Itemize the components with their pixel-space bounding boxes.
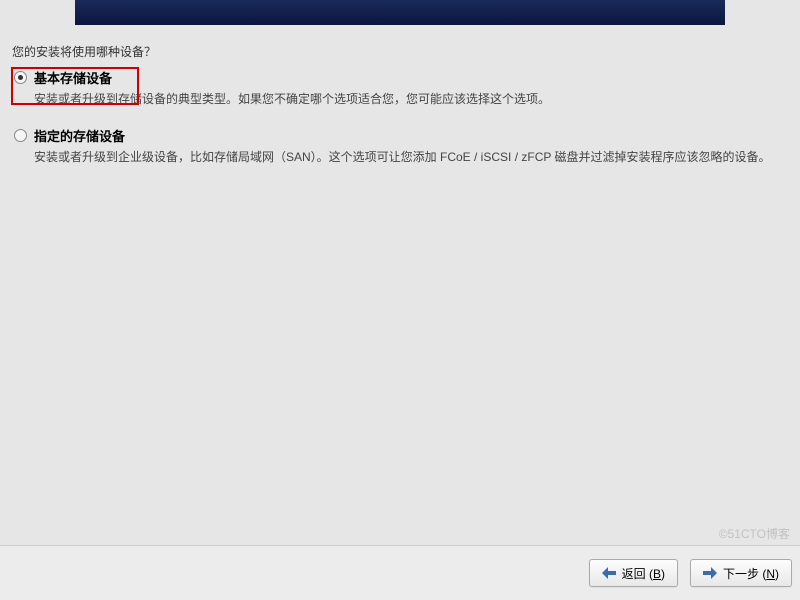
option-specified-storage[interactable]: 指定的存储设备 安装或者升级到企业级设备，比如存储局域网（SAN）。这个选项可让… xyxy=(14,126,780,166)
option-title: 基本存储设备 xyxy=(34,68,780,87)
watermark: ©51CTO博客 xyxy=(719,525,790,542)
arrow-left-icon xyxy=(602,567,616,579)
back-button-label: 返回 (B) xyxy=(622,565,665,582)
radio-basic-storage[interactable] xyxy=(14,71,27,84)
next-button[interactable]: 下一步 (N) xyxy=(690,559,792,587)
prompt-text: 您的安装将使用哪种设备？ xyxy=(12,43,156,60)
arrow-right-icon xyxy=(703,567,717,579)
option-title: 指定的存储设备 xyxy=(34,126,780,145)
options-group: 基本存储设备 安装或者升级到存储设备的典型类型。如果您不确定哪个选项适合您，您可… xyxy=(14,68,780,184)
footer-bar: 返回 (B) 下一步 (N) xyxy=(0,545,800,600)
next-button-label: 下一步 (N) xyxy=(723,565,779,582)
option-basic-storage[interactable]: 基本存储设备 安装或者升级到存储设备的典型类型。如果您不确定哪个选项适合您，您可… xyxy=(14,68,780,108)
back-button[interactable]: 返回 (B) xyxy=(589,559,678,587)
option-desc: 安装或者升级到企业级设备，比如存储局域网（SAN）。这个选项可让您添加 FCoE… xyxy=(34,148,780,166)
radio-specified-storage[interactable] xyxy=(14,129,27,142)
header-banner xyxy=(75,0,725,25)
option-desc: 安装或者升级到存储设备的典型类型。如果您不确定哪个选项适合您，您可能应该选择这个… xyxy=(34,90,780,108)
